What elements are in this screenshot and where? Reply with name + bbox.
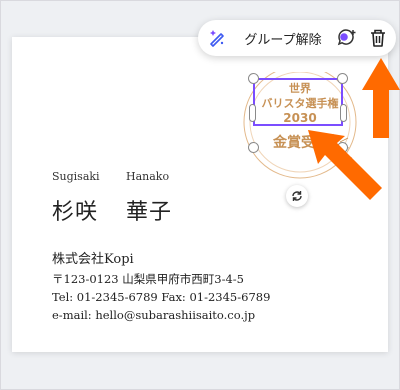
annotation-arrows xyxy=(308,58,400,200)
arrow-diagonal-icon xyxy=(308,130,382,200)
arrow-up-icon xyxy=(362,58,400,138)
